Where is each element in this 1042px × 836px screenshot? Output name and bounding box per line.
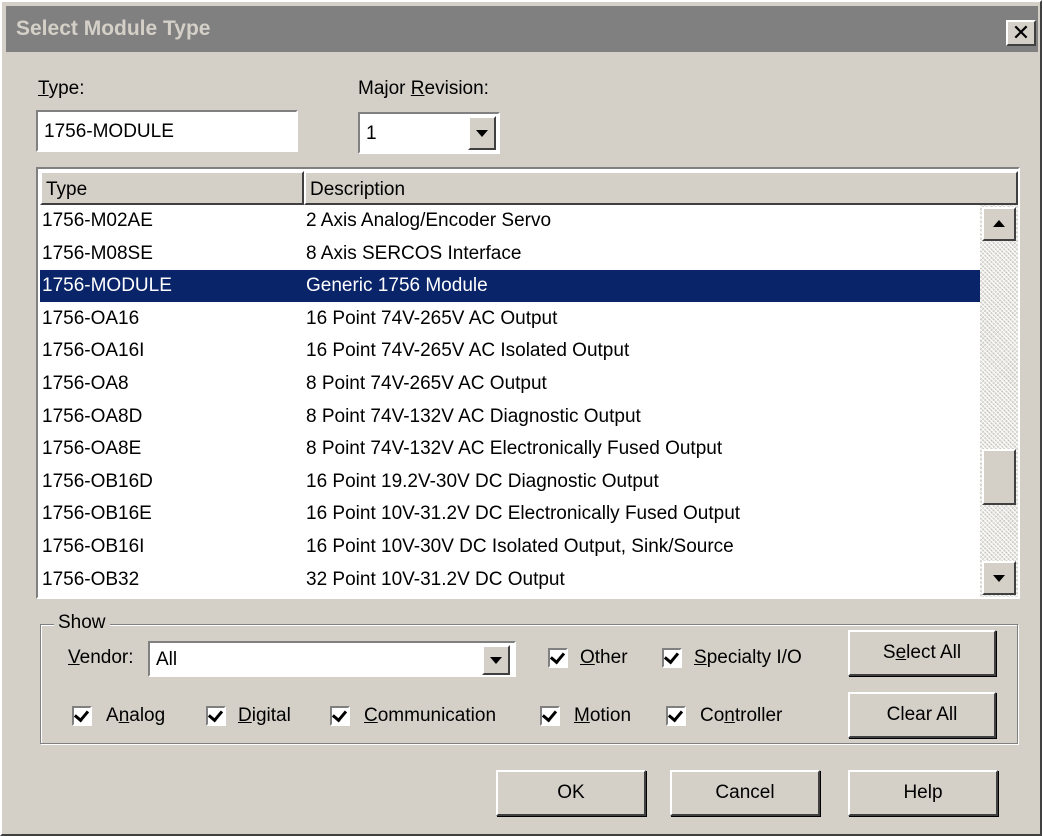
table-row[interactable]: 1756-OA16 16 Point 74V-265V AC Output xyxy=(40,303,980,335)
chevron-down-icon xyxy=(993,575,1005,582)
scroll-down-button[interactable] xyxy=(982,561,1016,595)
column-header-description[interactable]: Description xyxy=(304,171,1018,205)
vertical-scrollbar[interactable] xyxy=(980,205,1018,597)
communication-label[interactable]: Communication xyxy=(364,705,496,727)
major-revision-dropdown-button[interactable] xyxy=(468,116,496,150)
row-type: 1756-OA16 xyxy=(42,307,140,329)
row-type: 1756-OA8E xyxy=(42,438,142,460)
row-description: 8 Point 74V-132V AC Electronically Fused… xyxy=(306,438,723,460)
table-row[interactable]: 1756-OA8E 8 Point 74V-132V AC Electronica… xyxy=(40,433,980,465)
list-rows: 1756-M02AE 2 Axis Analog/Encoder Servo 175… xyxy=(40,205,980,597)
check-icon xyxy=(663,648,680,665)
row-description: 16 Point 74V-265V AC Output xyxy=(306,307,558,329)
vendor-dropdown-button[interactable] xyxy=(482,645,510,675)
communication-checkbox[interactable] xyxy=(330,706,350,726)
row-description: 32 Point 10V-31.2V DC Output xyxy=(306,568,565,590)
module-list: Type Description 1756-M02AE 2 Axis Analog… xyxy=(36,167,1020,599)
chevron-up-icon xyxy=(993,220,1005,227)
row-description: 16 Point 10V-30V DC Isolated Output, Sin… xyxy=(306,536,734,557)
row-description: 2 Axis Analog/Encoder Servo xyxy=(306,210,552,231)
close-icon: ✕ xyxy=(1011,20,1031,45)
row-type: 1756-OB16D xyxy=(42,470,153,492)
row-type: 1756-OB16E xyxy=(42,503,152,525)
help-button[interactable]: Help xyxy=(848,770,998,816)
chevron-down-icon xyxy=(476,130,488,137)
row-type: 1756-OB32 xyxy=(42,568,140,590)
major-revision-combo[interactable]: 1 xyxy=(358,112,500,154)
row-description: 16 Point 19.2V-30V DC Diagnostic Output xyxy=(306,470,659,492)
vendor-label: Vendor: xyxy=(68,647,134,668)
type-field-frame xyxy=(36,110,298,152)
vendor-value: All xyxy=(156,649,178,670)
table-row[interactable]: 1756-OB32 32 Point 10V-31.2V DC Output xyxy=(40,564,980,596)
row-type: 1756-OA8D xyxy=(42,405,143,427)
table-row[interactable]: 1756-OB16I 16 Point 10V-30V DC Isolated O… xyxy=(40,531,980,563)
column-header-type[interactable]: Type xyxy=(40,171,304,205)
show-group-title: Show xyxy=(54,612,110,634)
type-input[interactable] xyxy=(40,114,294,150)
row-description: 8 Point 74V-132V AC Diagnostic Output xyxy=(306,405,641,427)
ok-button[interactable]: OK xyxy=(496,770,646,816)
check-icon xyxy=(549,648,566,665)
vendor-combo[interactable]: All xyxy=(148,641,516,677)
row-type: 1756-M02AE xyxy=(42,210,153,231)
select-module-type-dialog: Select Module Type ✕ Type: Major Revisio… xyxy=(0,0,1042,836)
table-row[interactable]: 1756-OA8D 8 Point 74V-132V AC Diagnostic … xyxy=(40,401,980,433)
row-description: 16 Point 74V-265V AC Isolated Output xyxy=(306,340,630,362)
major-revision-label: Major Revision: xyxy=(358,78,489,99)
close-button[interactable]: ✕ xyxy=(1006,20,1036,46)
type-label: Type: xyxy=(38,78,85,99)
row-type: 1756-OA8 xyxy=(42,373,129,394)
other-checkbox[interactable] xyxy=(548,648,568,668)
row-type: 1756-OA16I xyxy=(42,340,145,362)
analog-checkbox[interactable] xyxy=(72,706,92,726)
controller-checkbox[interactable] xyxy=(666,706,686,726)
check-icon xyxy=(541,706,558,723)
table-row[interactable]: 1756-MODULE Generic 1756 Module xyxy=(40,270,980,303)
analog-label[interactable]: Analog xyxy=(106,705,165,727)
window-title: Select Module Type xyxy=(16,17,211,40)
major-revision-value: 1 xyxy=(366,123,377,144)
row-type: 1756-M08SE xyxy=(42,242,153,264)
row-type: 1756-OB16I xyxy=(42,536,145,557)
row-description: Generic 1756 Module xyxy=(306,275,488,297)
table-row[interactable]: 1756-OA8 8 Point 74V-265V AC Output xyxy=(40,368,980,400)
select-all-button[interactable]: Se lect All xyxy=(848,630,996,676)
motion-label[interactable]: Motion xyxy=(574,705,631,727)
list-header: Type Description xyxy=(40,171,1018,205)
table-row[interactable]: 1756-OB16D 16 Point 19.2V-30V DC Diagnost… xyxy=(40,466,980,498)
row-description: 8 Point 74V-265V AC Output xyxy=(306,373,547,394)
other-label[interactable]: Other xyxy=(580,647,628,669)
cancel-button[interactable]: Cancel xyxy=(670,770,820,816)
motion-checkbox[interactable] xyxy=(540,706,560,726)
chevron-down-icon xyxy=(490,657,502,664)
check-icon xyxy=(331,706,348,723)
digital-label[interactable]: Digital xyxy=(238,705,291,727)
scroll-thumb[interactable] xyxy=(982,449,1016,505)
scroll-up-button[interactable] xyxy=(982,207,1016,241)
check-icon xyxy=(667,706,684,723)
row-description: 16 Point 10V-31.2V DC Electronically Fus… xyxy=(306,503,741,525)
specialty-io-label[interactable]: Specialty I/O xyxy=(694,647,802,669)
table-row[interactable]: 1756-M02AE 2 Axis Analog/Encoder Servo xyxy=(40,205,980,237)
table-row[interactable]: 1756-OA16I 16 Point 74V-265V AC Isolated … xyxy=(40,335,980,367)
controller-label[interactable]: Controller xyxy=(700,705,782,727)
row-description: 8 Axis SERCOS Interface xyxy=(306,242,522,264)
specialty-io-checkbox[interactable] xyxy=(662,648,682,668)
table-row[interactable]: 1756-OB16E 16 Point 10V-31.2V DC Electron… xyxy=(40,498,980,530)
clear-all-button[interactable]: Clear All xyxy=(848,692,996,738)
check-icon xyxy=(73,706,90,723)
title-bar[interactable]: Select Module Type ✕ xyxy=(6,6,1038,52)
table-row[interactable]: 1756-M08SE 8 Axis SERCOS Interface xyxy=(40,238,980,270)
row-type: 1756-MODULE xyxy=(42,275,172,297)
digital-checkbox[interactable] xyxy=(206,706,226,726)
check-icon xyxy=(207,706,224,723)
